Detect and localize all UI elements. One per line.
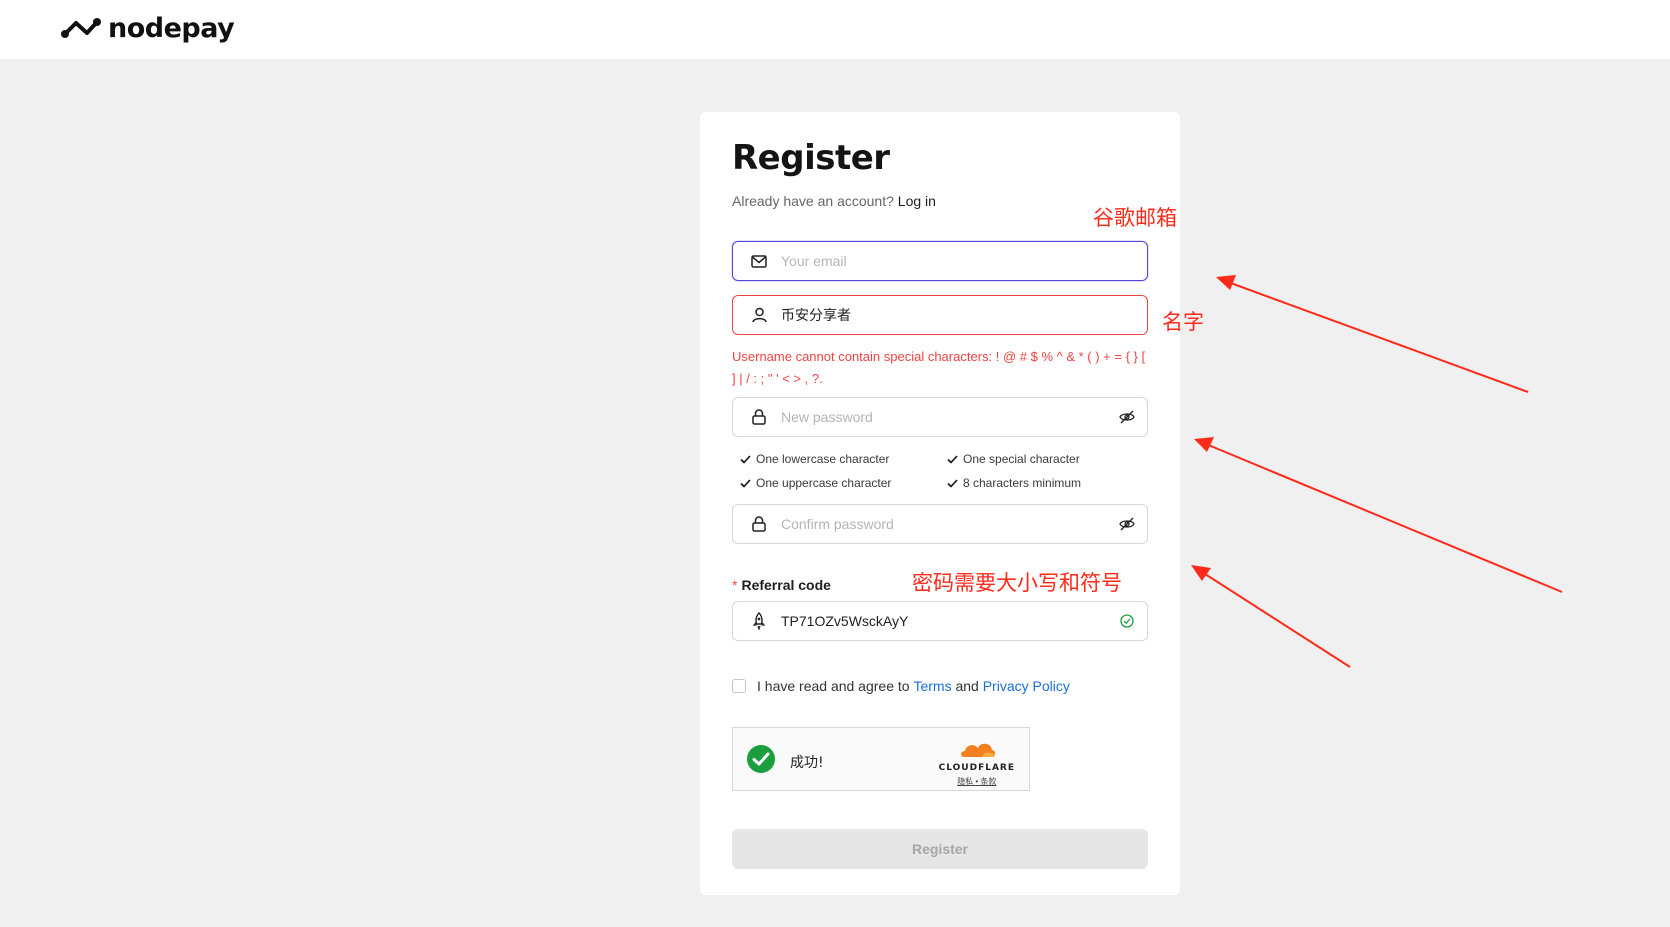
referral-field[interactable] xyxy=(732,601,1148,641)
terms-and: and xyxy=(955,678,979,694)
referral-label: * Referral code xyxy=(732,577,831,593)
login-prompt: Already have an account? Log in xyxy=(732,193,936,209)
eye-off-icon[interactable] xyxy=(1107,517,1147,531)
email-field[interactable] xyxy=(732,241,1148,281)
referral-label-text: Referral code xyxy=(741,577,831,593)
username-input[interactable] xyxy=(777,307,1147,323)
success-check-icon xyxy=(746,744,776,779)
username-field[interactable] xyxy=(732,295,1148,335)
requirement-length: 8 characters minimum xyxy=(947,476,1081,490)
nodepay-logo[interactable]: nodepay xyxy=(60,10,235,46)
check-icon xyxy=(740,478,751,488)
required-asterisk: * xyxy=(732,577,738,593)
lock-icon xyxy=(733,409,777,425)
cloudflare-wordmark: CLOUDFLARE xyxy=(938,763,1015,773)
login-link[interactable]: Log in xyxy=(898,193,936,209)
email-input[interactable] xyxy=(777,253,1147,269)
arrow-confirm xyxy=(1191,565,1351,668)
check-icon xyxy=(947,478,958,488)
password-input[interactable] xyxy=(777,409,1107,425)
register-button[interactable]: Register xyxy=(732,829,1148,869)
terms-checkbox[interactable] xyxy=(732,679,746,693)
check-icon xyxy=(740,454,751,464)
username-error: Username cannot contain special characte… xyxy=(732,349,1146,386)
terms-link[interactable]: Terms xyxy=(913,678,951,694)
requirement-label: 8 characters minimum xyxy=(963,476,1082,490)
page-title: Register xyxy=(732,138,890,178)
arrow-email xyxy=(1216,275,1529,393)
nodepay-logo-icon xyxy=(61,18,101,38)
check-icon xyxy=(947,454,958,464)
referral-input[interactable] xyxy=(777,613,1107,629)
rocket-icon xyxy=(733,612,777,630)
captcha-status: 成功! xyxy=(790,755,824,771)
requirement-lowercase: One lowercase character xyxy=(740,452,889,466)
top-navbar: nodepay xyxy=(0,0,1670,59)
requirement-uppercase: One uppercase character xyxy=(740,476,891,490)
have-account-text: Already have an account? xyxy=(732,193,894,209)
annotation-name: 名字 xyxy=(1162,310,1204,334)
requirement-label: One lowercase character xyxy=(756,452,890,466)
cloudflare-cloud-icon xyxy=(960,743,995,757)
annotation-password: 密码需要大小写和符号 xyxy=(912,571,1122,595)
captcha-links[interactable]: 隐私 • 条款 xyxy=(939,776,1015,787)
lock-icon xyxy=(733,516,777,532)
user-icon xyxy=(733,307,777,323)
check-circle-icon xyxy=(1107,614,1147,628)
terms-row: I have read and agree to Terms and Priva… xyxy=(732,678,1070,694)
brand-name: nodepay xyxy=(108,12,235,44)
cloudflare-captcha[interactable]: 成功! CLOUDFLARE 隐私 • 条款 xyxy=(732,727,1030,791)
confirm-password-input[interactable] xyxy=(777,516,1107,532)
mail-icon xyxy=(733,254,777,268)
confirm-password-field[interactable] xyxy=(732,504,1148,544)
annotation-email: 谷歌邮箱 xyxy=(1093,206,1177,230)
terms-prefix: I have read and agree to xyxy=(757,678,910,694)
password-field[interactable] xyxy=(732,397,1148,437)
eye-off-icon[interactable] xyxy=(1107,410,1147,424)
requirement-label: One special character xyxy=(963,452,1080,466)
cloudflare-brand: CLOUDFLARE 隐私 • 条款 xyxy=(939,740,1015,787)
arrow-password xyxy=(1194,437,1563,593)
requirement-label: One uppercase character xyxy=(756,476,892,490)
requirement-special: One special character xyxy=(947,452,1080,466)
privacy-policy-link[interactable]: Privacy Policy xyxy=(983,678,1070,694)
